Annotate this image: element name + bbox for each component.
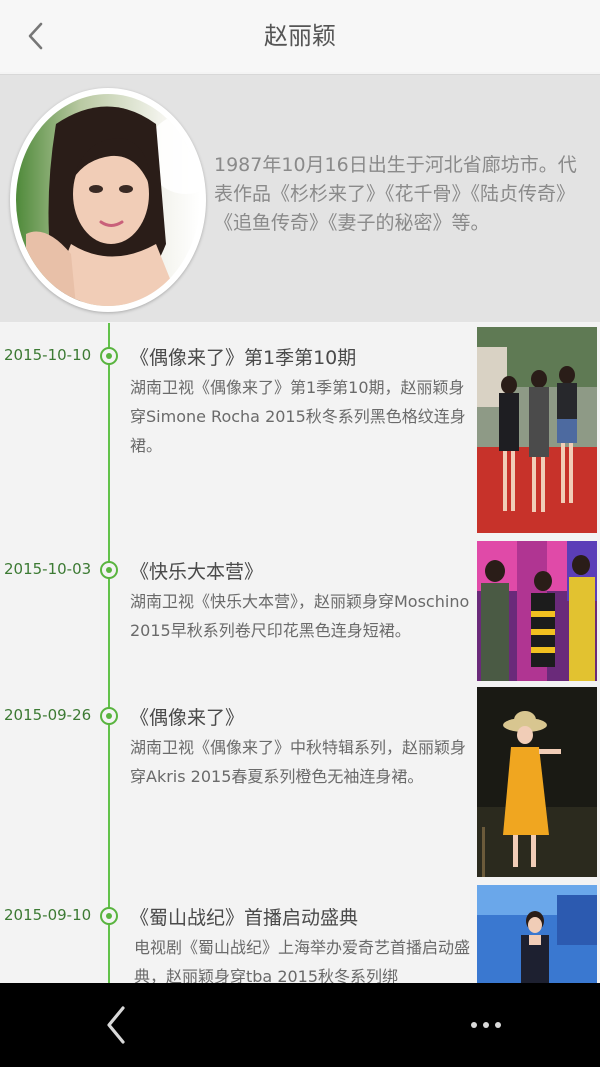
profile-card: 1987年10月16日出生于河北省廊坊市。代表作品《杉杉来了》《花千骨》《陆贞传… [0, 74, 600, 322]
chevron-left-icon [107, 1006, 125, 1044]
timeline-dot-icon [100, 707, 118, 725]
avatar-frame [10, 88, 206, 312]
entry-title[interactable]: 《偶像来了》 [130, 703, 244, 730]
entry-date: 2015-09-10 [4, 906, 92, 924]
nav-back-button[interactable] [92, 1001, 140, 1049]
entry-description: 电视剧《蜀山战纪》上海举办爱奇艺首播启动盛典，赵丽颖身穿tba 2015秋冬系列… [134, 938, 471, 983]
entry-date: 2015-10-03 [4, 560, 92, 578]
bottom-nav-bar [0, 983, 600, 1067]
entry-title[interactable]: 《偶像来了》第1季第10期 [130, 343, 356, 370]
entry-thumbnail[interactable] [477, 541, 597, 681]
timeline-entry[interactable]: 2015-09-26 《偶像来了》 湖南卫视《偶像来了》中秋特辑系列，赵丽颖身穿… [0, 683, 600, 883]
timeline-entry[interactable]: 2015-10-10 《偶像来了》第1季第10期 湖南卫视《偶像来了》第1季第1… [0, 323, 600, 537]
timeline-list[interactable]: 2015-10-10 《偶像来了》第1季第10期 湖南卫视《偶像来了》第1季第1… [0, 323, 600, 983]
timeline-dot-icon [100, 347, 118, 365]
page-title: 赵丽颖 [264, 22, 336, 50]
entry-title[interactable]: 《蜀山战纪》首播启动盛典 [130, 903, 358, 930]
entry-description: 湖南卫视《偶像来了》第1季第10期，赵丽颖身穿Simone Rocha 2015… [130, 378, 466, 455]
timeline-entry[interactable]: 2015-10-03 《快乐大本营》 湖南卫视《快乐大本营》，赵丽颖身穿Mosc… [0, 537, 600, 683]
profile-bio: 1987年10月16日出生于河北省廊坊市。代表作品《杉杉来了》《花千骨》《陆贞传… [214, 154, 577, 234]
entry-thumbnail[interactable] [477, 327, 597, 533]
entry-description: 湖南卫视《快乐大本营》，赵丽颖身穿Moschino 2015早秋系列卷尺印花黑色… [130, 592, 470, 640]
timeline-dot-icon [100, 907, 118, 925]
avatar[interactable] [16, 94, 200, 306]
entry-thumbnail[interactable] [477, 687, 597, 877]
entry-date: 2015-10-10 [4, 346, 92, 364]
entry-thumbnail[interactable] [477, 885, 597, 983]
more-dots-icon[interactable] [458, 1001, 514, 1049]
timeline-dot-icon [100, 561, 118, 579]
timeline-entry[interactable]: 2015-09-10 《蜀山战纪》首播启动盛典 电视剧《蜀山战纪》上海举办爱奇艺… [0, 883, 600, 983]
entry-description: 湖南卫视《偶像来了》中秋特辑系列，赵丽颖身穿Akris 2015春夏系列橙色无袖… [130, 738, 467, 786]
top-bar: 赵丽颖 [0, 0, 600, 72]
entry-date: 2015-09-26 [4, 706, 92, 724]
entry-title[interactable]: 《快乐大本营》 [130, 557, 263, 584]
